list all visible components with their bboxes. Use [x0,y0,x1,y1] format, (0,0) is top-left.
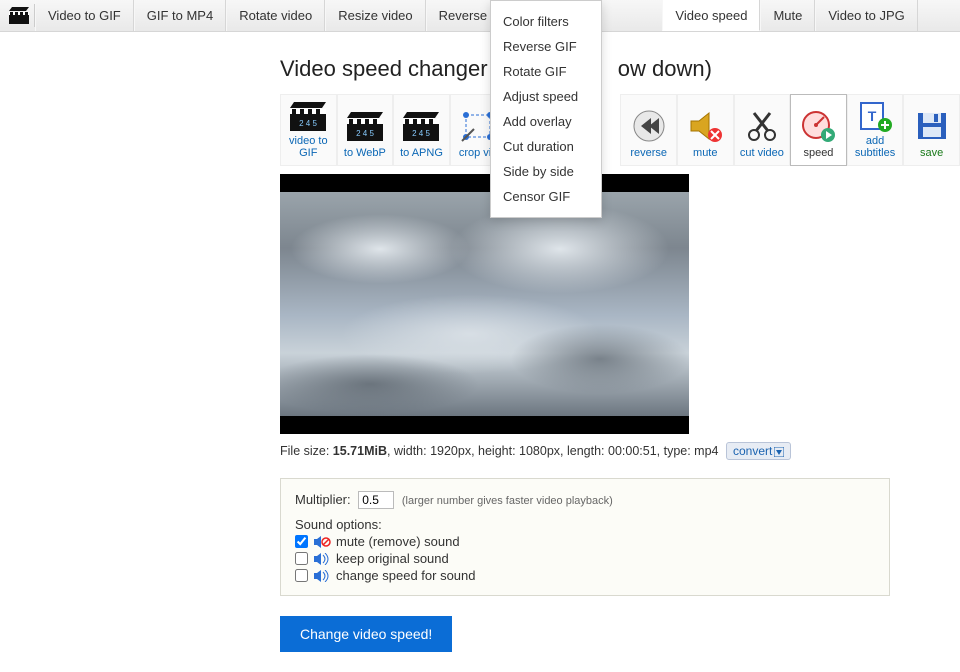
change-speed-sound-checkbox[interactable] [295,569,308,582]
tool-cut-video[interactable]: cut video [734,94,791,166]
scissors-icon [742,107,782,145]
page-title: Video speed changer ow down) [280,56,960,82]
speed-icon [798,107,838,145]
options-panel: Multiplier: (larger number gives faster … [280,478,890,596]
speaker-icon [314,553,332,565]
nav-video-speed[interactable]: Video speed [662,0,760,31]
dropdown-item[interactable]: Side by side [491,159,601,184]
sound-options-title: Sound options: [295,517,875,532]
speaker-icon [314,570,332,582]
tools-dropdown: Color filters Reverse GIF Rotate GIF Adj… [490,0,602,218]
clapper-icon: 2 4 5 [345,107,385,145]
file-info: File size: 15.71MiB, width: 1920px, heig… [280,442,960,460]
change-speed-button[interactable]: Change video speed! [280,616,452,652]
convert-button[interactable]: convert [726,442,791,460]
tool-save[interactable]: save [903,94,960,166]
nav-video-to-jpg[interactable]: Video to JPG [815,0,917,31]
sound-option-change-speed: change speed for sound [295,568,875,583]
nav-reverse[interactable]: Reverse [426,0,500,31]
app-logo [4,0,34,31]
save-icon [912,107,952,145]
action-toolbar: 2 4 5video to GIF 2 4 5to WebP 2 4 5to A… [280,94,960,166]
tool-reverse[interactable]: reverse [620,94,677,166]
keep-sound-checkbox[interactable] [295,552,308,565]
multiplier-label: Multiplier: [295,492,351,507]
clapper-icon: 2 4 5 [401,107,441,145]
tool-to-webp[interactable]: 2 4 5to WebP [337,94,394,166]
reverse-icon [629,107,669,145]
nav-video-to-gif[interactable]: Video to GIF [35,0,134,31]
multiplier-hint: (larger number gives faster video playba… [402,495,613,507]
svg-text:T: T [868,108,877,124]
dropdown-item[interactable]: Add overlay [491,109,601,134]
dropdown-item[interactable]: Cut duration [491,134,601,159]
tool-mute[interactable]: mute [677,94,734,166]
subtitles-icon: T [855,99,895,133]
clapper-icon: 2 4 5 [288,99,328,133]
video-preview[interactable] [280,174,689,434]
dropdown-item[interactable]: Reverse GIF [491,34,601,59]
sound-option-keep: keep original sound [295,551,875,566]
tool-add-subtitles[interactable]: Tadd subtitles [847,94,904,166]
dropdown-item[interactable]: Censor GIF [491,184,601,209]
sound-option-mute: mute (remove) sound [295,534,875,549]
tool-to-apng[interactable]: 2 4 5to APNG [393,94,450,166]
mute-icon [685,107,725,145]
dropdown-item[interactable]: Color filters [491,9,601,34]
dropdown-item[interactable]: Rotate GIF [491,59,601,84]
nav-rotate-video[interactable]: Rotate video [226,0,325,31]
nav-resize-video[interactable]: Resize video [325,0,425,31]
multiplier-input[interactable] [358,491,394,509]
dropdown-item[interactable]: Adjust speed [491,84,601,109]
mute-checkbox[interactable] [295,535,308,548]
svg-text:2 4 5: 2 4 5 [413,129,431,138]
top-nav: Video to GIF GIF to MP4 Rotate video Res… [0,0,960,32]
svg-text:2 4 5: 2 4 5 [356,129,374,138]
tool-speed[interactable]: speed [790,94,847,166]
nav-gif-to-mp4[interactable]: GIF to MP4 [134,0,226,31]
tool-video-to-gif[interactable]: 2 4 5video to GIF [280,94,337,166]
speaker-mute-icon [314,536,332,548]
nav-mute[interactable]: Mute [760,0,815,31]
svg-text:2 4 5: 2 4 5 [299,119,317,128]
